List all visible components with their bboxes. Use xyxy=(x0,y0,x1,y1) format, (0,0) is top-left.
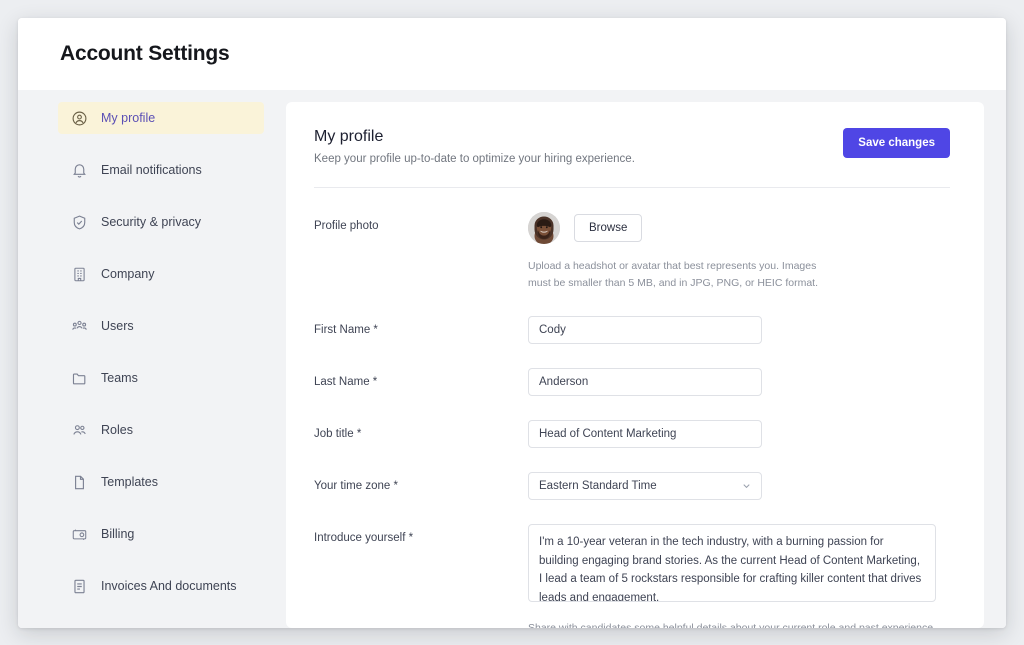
form-row-first-name: First Name * xyxy=(314,292,950,344)
nav-spacer xyxy=(18,446,286,466)
job-title-input[interactable] xyxy=(528,420,762,448)
settings-sidebar: My profile Email notifications xyxy=(18,90,286,628)
app-window: Account Settings My profile xyxy=(18,18,1006,628)
app-body: My profile Email notifications xyxy=(18,90,1006,628)
bio-label: Introduce yourself * xyxy=(314,524,528,544)
bio-textarea[interactable]: I'm a 10-year veteran in the tech indust… xyxy=(528,524,936,602)
sidebar-item-label: Users xyxy=(101,320,134,333)
sidebar-item-label: Invoices And documents xyxy=(101,580,237,593)
nav-spacer xyxy=(18,550,286,570)
nav-spacer xyxy=(18,498,286,518)
document-icon xyxy=(70,473,88,491)
avatar xyxy=(528,212,560,244)
nav-spacer xyxy=(18,134,286,154)
sidebar-item-label: My profile xyxy=(101,112,155,125)
sidebar-item-invoices-and-documents[interactable]: Invoices And documents xyxy=(58,570,264,602)
profile-panel: My profile Keep your profile up-to-date … xyxy=(286,102,984,628)
billing-card-icon xyxy=(70,525,88,543)
profile-photo-help-text: Upload a headshot or avatar that best re… xyxy=(528,258,828,292)
invoice-icon xyxy=(70,577,88,595)
profile-photo-label: Profile photo xyxy=(314,212,528,232)
job-title-label: Job title * xyxy=(314,420,528,440)
user-circle-icon xyxy=(70,109,88,127)
sidebar-item-label: Roles xyxy=(101,424,133,437)
sidebar-item-teams[interactable]: Teams xyxy=(58,362,264,394)
sidebar-item-label: Company xyxy=(101,268,155,281)
browse-button[interactable]: Browse xyxy=(574,214,642,242)
users-group-icon xyxy=(70,317,88,335)
first-name-label: First Name * xyxy=(314,316,528,336)
first-name-input[interactable] xyxy=(528,316,762,344)
panel-header: My profile Keep your profile up-to-date … xyxy=(314,128,950,165)
sidebar-item-email-notifications[interactable]: Email notifications xyxy=(58,154,264,186)
last-name-input[interactable] xyxy=(528,368,762,396)
sidebar-item-label: Templates xyxy=(101,476,158,489)
form-row-job-title: Job title * xyxy=(314,396,950,448)
building-icon xyxy=(70,265,88,283)
folder-icon xyxy=(70,369,88,387)
profile-photo-field: Browse Upload a headshot or avatar that … xyxy=(528,212,950,292)
sidebar-item-label: Billing xyxy=(101,528,134,541)
sidebar-item-users[interactable]: Users xyxy=(58,310,264,342)
form-row-last-name: Last Name * xyxy=(314,344,950,396)
nav-spacer xyxy=(18,290,286,310)
sidebar-item-company[interactable]: Company xyxy=(58,258,264,290)
sidebar-item-my-profile[interactable]: My profile xyxy=(58,102,264,134)
sidebar-item-templates[interactable]: Templates xyxy=(58,466,264,498)
sidebar-item-billing[interactable]: Billing xyxy=(58,518,264,550)
panel-heading-group: My profile Keep your profile up-to-date … xyxy=(314,128,635,165)
nav-spacer xyxy=(18,394,286,414)
time-zone-select[interactable] xyxy=(528,472,762,500)
sidebar-item-label: Email notifications xyxy=(101,164,202,177)
sidebar-item-label: Security & privacy xyxy=(101,216,201,229)
nav-spacer xyxy=(18,342,286,362)
first-name-field xyxy=(528,316,950,344)
time-zone-select-wrapper xyxy=(528,472,762,500)
form-row-time-zone: Your time zone * xyxy=(314,448,950,500)
form-row-introduce-yourself: Introduce yourself * I'm a 10-year veter… xyxy=(314,500,950,628)
shield-check-icon xyxy=(70,213,88,231)
last-name-label: Last Name * xyxy=(314,368,528,388)
time-zone-label: Your time zone * xyxy=(314,472,528,492)
job-title-field xyxy=(528,420,950,448)
two-people-icon xyxy=(70,421,88,439)
save-changes-button[interactable]: Save changes xyxy=(843,128,950,158)
profile-photo-controls: Browse xyxy=(528,212,950,244)
panel-subtitle: Keep your profile up-to-date to optimize… xyxy=(314,153,635,165)
sidebar-item-roles[interactable]: Roles xyxy=(58,414,264,446)
bio-field: I'm a 10-year veteran in the tech indust… xyxy=(528,524,950,628)
bell-icon xyxy=(70,161,88,179)
bio-help-text: Share with candidates some helpful detai… xyxy=(528,620,948,628)
page-title: Account Settings xyxy=(60,42,229,66)
sidebar-item-security-privacy[interactable]: Security & privacy xyxy=(58,206,264,238)
content-area: My profile Keep your profile up-to-date … xyxy=(286,90,1006,628)
time-zone-field xyxy=(528,472,950,500)
app-header: Account Settings xyxy=(18,18,1006,90)
sidebar-item-label: Teams xyxy=(101,372,138,385)
last-name-field xyxy=(528,368,950,396)
nav-spacer xyxy=(18,186,286,206)
form-row-profile-photo: Profile photo xyxy=(314,188,950,292)
nav-spacer xyxy=(18,238,286,258)
panel-title: My profile xyxy=(314,128,635,146)
